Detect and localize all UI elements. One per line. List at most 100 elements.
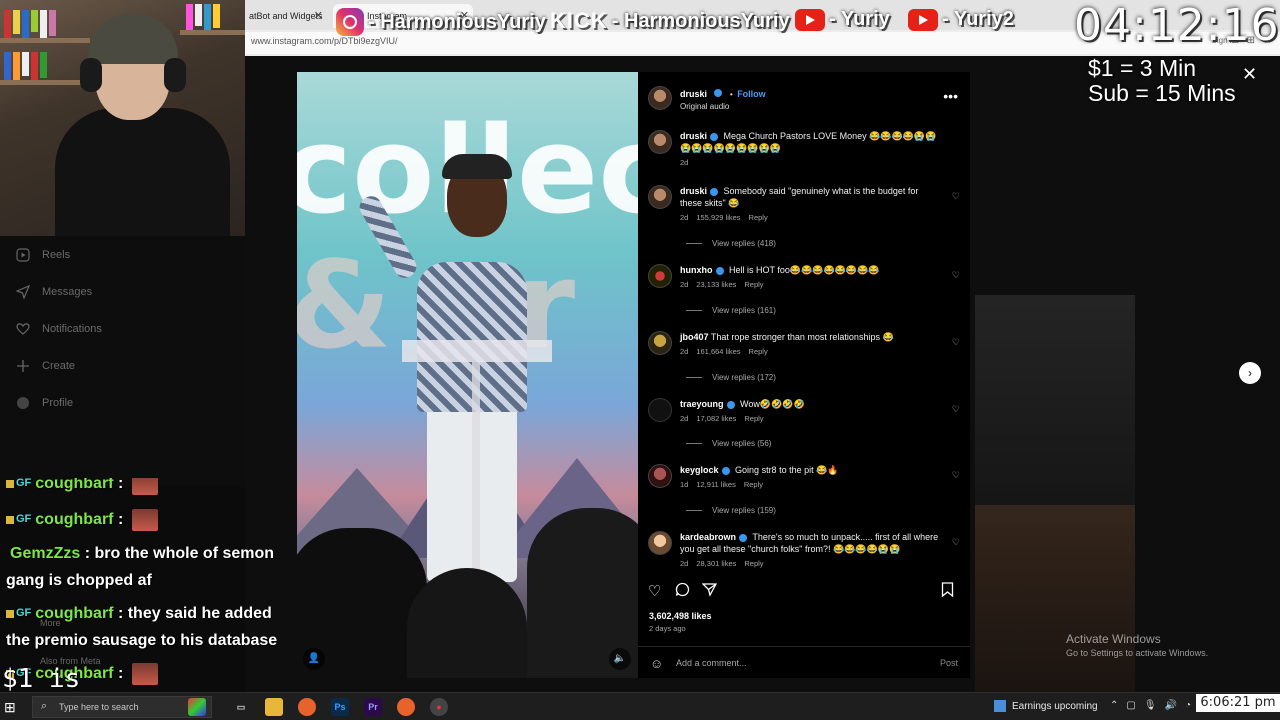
task-view-icon[interactable]: ▭ <box>232 698 250 716</box>
taskbar-search[interactable]: ⌕ Type here to search <box>32 696 212 718</box>
stream-timer: 04:12:16 <box>1074 0 1280 51</box>
tab-chatbot[interactable]: atBot and Widgets ✕ <box>245 4 327 28</box>
sidebar-item-create[interactable]: Create <box>16 359 75 373</box>
view-replies-button[interactable]: View replies (56) <box>686 439 771 448</box>
like-comment-icon[interactable]: ♡ <box>952 191 960 202</box>
post-media[interactable]: collec & or 👤 🔈 <box>297 72 638 678</box>
photoshop-icon[interactable]: Ps <box>331 698 349 716</box>
badge-icon: GF <box>16 478 32 490</box>
reply-button[interactable]: Reply <box>744 280 763 289</box>
reply-button[interactable]: Reply <box>744 559 763 568</box>
earnings-widget[interactable]: Earnings upcoming <box>994 700 1098 712</box>
sidebar-item-reels[interactable]: Reels <box>16 248 70 262</box>
post-comment-button[interactable]: Post <box>940 658 958 668</box>
verified-icon <box>739 533 748 542</box>
close-modal-icon[interactable]: ✕ <box>1242 64 1257 85</box>
share-icon[interactable] <box>701 582 718 601</box>
verified-icon <box>710 132 719 141</box>
comment-likes[interactable]: 12,911 likes <box>696 480 735 489</box>
premiere-icon[interactable]: Pr <box>364 698 382 716</box>
follow-button[interactable]: Follow <box>737 89 766 99</box>
more-options-icon[interactable]: ••• <box>943 88 958 104</box>
clock-overlay[interactable]: 6:06:21 pm <box>1196 694 1280 712</box>
close-icon[interactable]: ✕ <box>314 4 323 28</box>
comment-likes[interactable]: 23,133 likes <box>696 280 736 289</box>
comment-author[interactable]: keyglock <box>680 465 719 475</box>
view-replies-button[interactable]: View replies (172) <box>686 373 776 382</box>
avatar[interactable] <box>648 531 672 555</box>
comment-author[interactable]: jbo407 <box>680 332 709 342</box>
emote-icon <box>131 478 158 495</box>
firefox-icon[interactable] <box>298 698 316 716</box>
instagram-handle: - HarmoniousYuriy <box>368 10 546 33</box>
start-windows-icon[interactable]: ⊞ <box>4 699 16 716</box>
avatar[interactable] <box>648 185 672 209</box>
comment-author[interactable]: hunxho <box>680 265 713 275</box>
wifi-icon[interactable]: ◔ <box>1185 700 1191 711</box>
emoji-icon[interactable]: ☺ <box>650 656 663 671</box>
comment-likes[interactable]: 28,301 likes <box>696 559 736 568</box>
sidebar-item-notifications[interactable]: Notifications <box>16 322 102 336</box>
view-replies-button[interactable]: View replies (418) <box>686 239 776 248</box>
badge-icon <box>6 609 14 618</box>
firefox-active-icon[interactable] <box>397 698 415 716</box>
sidebar-item-profile[interactable]: Profile <box>16 396 73 410</box>
file-explorer-icon[interactable] <box>265 698 283 716</box>
post-likes-count[interactable]: 3,602,498 likes <box>649 611 712 621</box>
search-placeholder: Type here to search <box>59 702 139 712</box>
user-tag-icon[interactable]: 👤 <box>303 648 325 670</box>
reply-button[interactable]: Reply <box>749 213 768 222</box>
comment-icon[interactable] <box>675 582 690 601</box>
save-bookmark-icon[interactable] <box>941 582 954 601</box>
avatar[interactable] <box>648 130 672 154</box>
youtube-icon <box>795 8 825 31</box>
activate-title: Activate Windows <box>1066 632 1161 646</box>
like-comment-icon[interactable]: ♡ <box>952 537 960 548</box>
reply-button[interactable]: Reply <box>744 480 763 489</box>
comment-likes[interactable]: 17,082 likes <box>696 414 736 423</box>
sidebar-item-label: Create <box>42 360 76 372</box>
view-replies-button[interactable]: View replies (159) <box>686 506 776 515</box>
obs-icon[interactable]: ● <box>430 698 448 716</box>
rubiks-app-icon[interactable] <box>188 698 206 716</box>
volume-icon[interactable]: 🔊 <box>1165 700 1177 711</box>
earnings-text: Earnings upcoming <box>1012 700 1098 712</box>
avatar[interactable] <box>648 85 672 110</box>
comment-author[interactable]: druski <box>680 186 707 196</box>
chevron-up-icon[interactable]: ⌃ <box>1110 700 1118 711</box>
reply-button[interactable]: Reply <box>744 414 763 423</box>
reply-button[interactable]: Reply <box>749 347 768 356</box>
avatar[interactable] <box>648 398 672 422</box>
avatar[interactable] <box>648 264 672 288</box>
sidebar-item-messages[interactable]: Messages <box>15 284 92 300</box>
like-comment-icon[interactable]: ♡ <box>952 470 960 481</box>
verified-icon <box>710 187 719 196</box>
comment-author[interactable]: kardeabrown <box>680 532 736 542</box>
volume-icon[interactable]: 🔈 <box>609 648 631 670</box>
avatar[interactable] <box>648 331 672 355</box>
comment-likes[interactable]: 155,929 likes <box>696 213 740 222</box>
youtube-handle-1: - Yuriy <box>829 8 890 30</box>
comment-likes[interactable]: 161,664 likes <box>696 347 740 356</box>
next-post-arrow-icon[interactable]: › <box>1239 362 1261 384</box>
like-comment-icon[interactable]: ♡ <box>952 270 960 281</box>
kick-handle: - HarmoniousYuriy <box>611 9 790 32</box>
reels-icon <box>16 248 30 262</box>
avatar[interactable] <box>648 464 672 488</box>
stocks-icon <box>994 700 1006 712</box>
comment-author[interactable]: traeyoung <box>680 399 724 409</box>
mic-icon[interactable]: 🎙 <box>1144 700 1157 711</box>
view-replies-button[interactable]: View replies (161) <box>686 306 776 315</box>
comment-item: jbo407 That rope stronger than most rela… <box>648 331 960 356</box>
audio-label[interactable]: Original audio <box>680 102 766 111</box>
like-comment-icon[interactable]: ♡ <box>952 337 960 348</box>
post-caption: druski Mega Church Pastors LOVE Money 😂😂… <box>648 130 960 167</box>
like-comment-icon[interactable]: ♡ <box>952 404 960 415</box>
like-icon[interactable]: ♡ <box>648 582 661 600</box>
comment-age: 2d <box>680 559 689 568</box>
post-author[interactable]: druski <box>680 89 707 99</box>
comment-input[interactable]: Add a comment... <box>676 658 747 668</box>
emote-icon <box>131 508 158 531</box>
network-icon[interactable]: ▢ <box>1126 700 1135 711</box>
caption-author[interactable]: druski <box>680 131 707 141</box>
